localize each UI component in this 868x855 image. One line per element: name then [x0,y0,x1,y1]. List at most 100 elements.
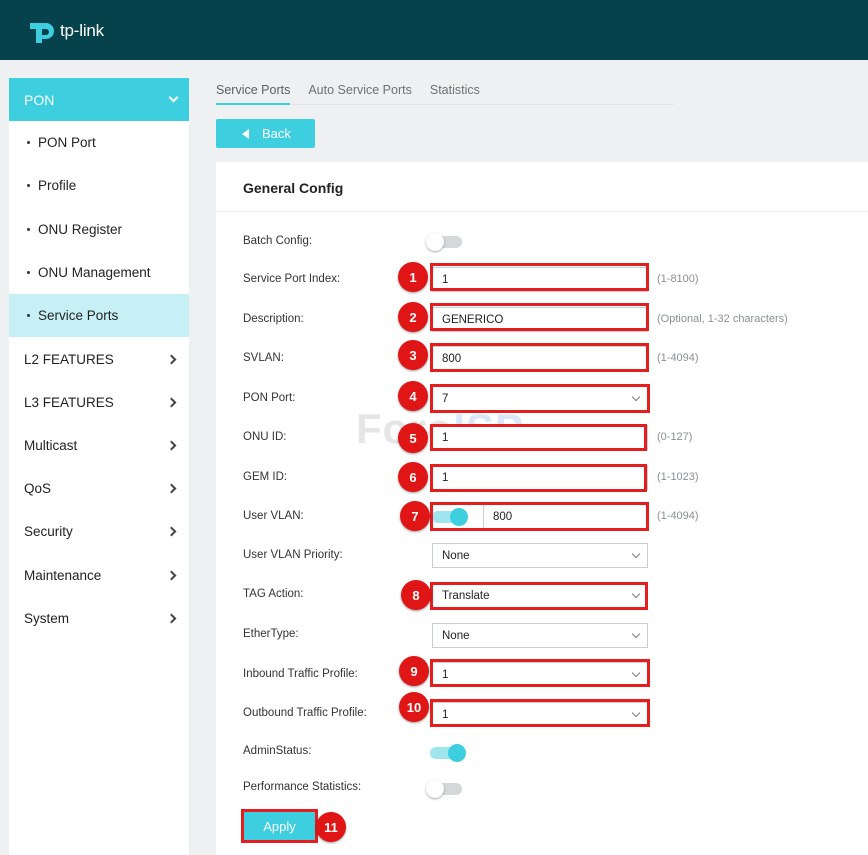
sidebar-item-onu-management[interactable]: ONU Management [9,251,189,294]
onu-id-hint: (0-127) [657,431,693,443]
sidebar-item-label: System [24,610,70,626]
sidebar-item-pon-port[interactable]: PON Port [9,121,189,164]
sidebar-item-maintenance[interactable]: Maintenance [9,553,189,596]
admin-status-toggle[interactable] [430,744,466,762]
sidebar-item-label: Maintenance [24,567,102,583]
tab-bar: Service Ports Auto Service Ports Statist… [216,80,674,105]
back-button-label: Back [262,126,291,141]
highlight-box [430,424,647,451]
highlight-box [430,582,648,610]
step-badge: 1 [398,262,428,292]
chevron-right-icon [166,354,177,365]
back-button[interactable]: Back [216,119,315,148]
sidebar-item-qos[interactable]: QoS [9,467,189,510]
tag-action-label: TAG Action: [243,588,304,600]
description-hint: (Optional, 1-32 characters) [657,313,788,325]
inbound-profile-label: Inbound Traffic Profile: [243,668,358,680]
pon-port-label: PON Port: [243,392,296,404]
step-badge: 3 [398,340,428,370]
tp-link-logo[interactable]: tp-link [26,14,116,48]
sidebar-item-label: ONU Management [38,265,151,281]
sidebar-item-security[interactable]: Security [9,510,189,553]
chevron-right-icon [166,440,177,451]
sidebar-item-label: Profile [38,178,77,194]
svlan-label: SVLAN: [243,352,284,364]
sidebar-item-l3-features[interactable]: L3 FEATURES [9,381,189,424]
toggle-knob [448,744,466,762]
svlan-hint: (1-4094) [657,352,699,364]
bullet-icon [27,184,30,188]
tab-service-ports[interactable]: Service Ports [216,80,291,105]
chevron-right-icon [166,397,177,408]
performance-statistics-toggle[interactable] [426,780,462,798]
bullet-icon [27,271,30,275]
highlight-box [430,263,649,291]
description-label: Description: [243,313,304,325]
highlight-box [430,502,649,531]
step-badge: 6 [398,462,428,492]
sidebar-item-label: PON Port [38,135,96,151]
user-vlan-priority-label: User VLAN Priority: [243,549,343,561]
gem-id-hint: (1-1023) [657,471,699,483]
step-badge: 11 [316,812,346,842]
user-vlan-priority-select[interactable]: None [432,543,648,568]
user-vlan-label: User VLAN: [243,510,304,522]
step-badge: 4 [398,381,428,411]
sidebar-item-l2-features[interactable]: L2 FEATURES [9,337,189,380]
sidebar-item-service-ports[interactable]: Service Ports [9,294,189,338]
step-badge: 8 [401,580,431,610]
chevron-right-icon [166,570,177,580]
tab-auto-service-ports[interactable]: Auto Service Ports [308,80,412,105]
onu-id-label: ONU ID: [243,431,287,443]
top-header: tp-link [0,0,868,60]
logo-text: tp-link [60,21,104,40]
sidebar-item-label: Multicast [24,437,78,453]
sidebar-item-onu-register[interactable]: ONU Register [9,208,189,251]
batch-config-toggle[interactable] [426,233,462,251]
sidebar-submenu: PON Port Profile ONU Register ONU Manage… [9,121,189,338]
ether-type-label: EtherType: [243,628,299,640]
step-badge: 7 [400,501,430,531]
tab-statistics[interactable]: Statistics [430,80,480,105]
chevron-down-icon [168,92,179,103]
sidebar-item-label: L2 FEATURES [24,351,114,367]
sidebar: PON PON Port Profile ONU Register ONU Ma… [9,78,189,855]
toggle-knob [426,780,444,798]
service-port-index-hint: (1-8100) [657,273,699,285]
ether-type-select[interactable]: None [432,623,648,648]
highlight-box [241,809,318,843]
sidebar-item-label: L3 FEATURES [24,394,114,410]
bullet-icon [27,141,30,145]
chevron-right-icon [166,483,177,494]
bullet-icon [27,314,30,318]
sidebar-item-label: ONU Register [38,221,123,237]
sidebar-section-label: PON [24,91,55,108]
chevron-right-icon [166,526,177,537]
user-vlan-hint: (1-4094) [657,510,699,522]
highlight-box [430,343,649,372]
toggle-knob [426,233,444,251]
highlight-box [430,384,650,413]
sidebar-item-system[interactable]: System [9,597,189,640]
highlight-box [430,659,650,687]
tp-link-logo-icon [30,23,54,43]
highlight-box [430,464,647,492]
back-arrow-icon [242,128,249,139]
sidebar-section-pon[interactable]: PON [9,78,189,121]
step-badge: 10 [399,692,429,722]
panel-title: General Config [216,162,868,212]
sidebar-item-multicast[interactable]: Multicast [9,424,189,467]
batch-config-label: Batch Config: [243,235,313,247]
bullet-icon [27,227,30,231]
sidebar-item-profile[interactable]: Profile [9,164,189,207]
sidebar-item-label: Security [24,524,73,540]
highlight-box [430,699,650,727]
outbound-profile-label: Outbound Traffic Profile: [243,707,367,719]
sidebar-item-label: QoS [24,481,52,497]
step-badge: 2 [398,302,428,332]
sidebar-item-label: Service Ports [38,308,119,324]
highlight-box [430,303,649,331]
service-port-index-label: Service Port Index: [243,273,341,285]
step-badge: 9 [399,656,429,686]
gem-id-label: GEM ID: [243,471,288,483]
